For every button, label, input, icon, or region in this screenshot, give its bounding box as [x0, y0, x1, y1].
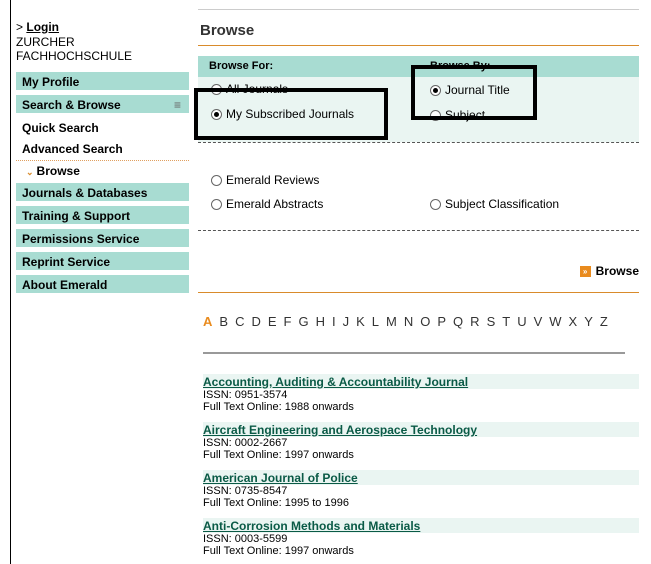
chevron-down-icon: ⌄: [26, 167, 34, 177]
nav-label: Advanced Search: [22, 142, 123, 156]
alphabet-letter-z[interactable]: Z: [600, 314, 608, 329]
nav-label: Reprint Service: [22, 255, 111, 269]
journal-title-link[interactable]: Aircraft Engineering and Aerospace Techn…: [203, 422, 639, 437]
alphabet-letter-f[interactable]: F: [284, 314, 292, 329]
radio-label: Subject Classification: [445, 197, 560, 211]
journal-fulltext: Full Text Online: 1997 onwards: [203, 449, 354, 461]
alphabet-letter-g[interactable]: G: [298, 314, 308, 329]
alphabet-letter-j[interactable]: J: [343, 314, 350, 329]
journal-issn: ISSN: 0002-2667: [203, 437, 288, 449]
browse-for-label: Browse For:: [209, 60, 274, 72]
nav-label: Journals & Databases: [22, 186, 148, 200]
journal-entry: Anti-Corrosion Methods and Materials ISS…: [203, 518, 639, 557]
nav-journals-databases[interactable]: Journals & Databases: [16, 183, 189, 203]
alphabet-letter-x[interactable]: X: [569, 314, 578, 329]
journal-issn: ISSN: 0003-5599: [203, 533, 288, 545]
nav-my-profile[interactable]: My Profile: [16, 72, 189, 92]
title-divider: [198, 45, 639, 46]
journal-entry: Accounting, Auditing & Accountability Jo…: [203, 374, 639, 413]
journal-entry: Aircraft Engineering and Aerospace Techn…: [203, 422, 639, 461]
alphabet-index: ABCDEFGHIJKLMNOPQRSTUVWXYZ: [203, 314, 633, 329]
left-border: [10, 0, 11, 564]
alphabet-letter-k[interactable]: K: [356, 314, 365, 329]
highlight-box-journal-title: [411, 65, 537, 120]
radio-emerald-reviews[interactable]: Emerald Reviews: [211, 173, 319, 187]
radio-button-icon[interactable]: [211, 198, 222, 210]
alphabet-letter-o[interactable]: O: [420, 314, 430, 329]
nav-label: About Emerald: [22, 278, 108, 292]
radio-button-icon[interactable]: [211, 174, 222, 186]
alphabet-letter-i[interactable]: I: [332, 314, 336, 329]
nav-search-browse[interactable]: Search & Browse ≡: [16, 95, 189, 115]
browse-divider: [198, 292, 639, 293]
alphabet-letter-v[interactable]: V: [534, 314, 543, 329]
radio-label: Emerald Abstracts: [226, 197, 324, 211]
top-divider: [198, 9, 639, 10]
browse-button-label: Browse: [595, 264, 639, 278]
journal-fulltext: Full Text Online: 1997 onwards: [203, 545, 354, 557]
alphabet-letter-l[interactable]: L: [372, 314, 379, 329]
alphabet-letter-q[interactable]: Q: [453, 314, 463, 329]
journal-fulltext: Full Text Online: 1988 onwards: [203, 401, 354, 413]
journal-title-link[interactable]: Accounting, Auditing & Accountability Jo…: [203, 374, 639, 389]
journal-title-link[interactable]: American Journal of Police: [203, 470, 639, 485]
nav-advanced-search[interactable]: Advanced Search: [16, 139, 189, 159]
alphabet-letter-r[interactable]: R: [470, 314, 479, 329]
nav-label: Training & Support: [22, 209, 130, 223]
nav-browse[interactable]: ⌄ Browse: [16, 160, 189, 180]
nav-quick-search[interactable]: Quick Search: [16, 118, 189, 138]
alphabet-divider: [203, 352, 625, 354]
journal-entry: American Journal of Police ISSN: 0735-85…: [203, 470, 639, 509]
nav-reprint-service[interactable]: Reprint Service: [16, 252, 189, 272]
alphabet-letter-u[interactable]: U: [517, 314, 526, 329]
nav-about-emerald[interactable]: About Emerald: [16, 275, 189, 295]
alphabet-letter-s[interactable]: S: [487, 314, 496, 329]
alphabet-letter-d[interactable]: D: [251, 314, 260, 329]
radio-subject-classification[interactable]: Subject Classification: [430, 197, 559, 211]
journal-issn: ISSN: 0735-8547: [203, 485, 288, 497]
alphabet-letter-m[interactable]: M: [386, 314, 397, 329]
dashed-divider: [198, 230, 639, 231]
alphabet-letter-w[interactable]: W: [549, 314, 561, 329]
alphabet-letter-y[interactable]: Y: [584, 314, 593, 329]
browse-button[interactable]: » Browse: [579, 264, 639, 278]
nav-label: Permissions Service: [22, 232, 140, 246]
alphabet-letter-p[interactable]: P: [437, 314, 446, 329]
dashed-divider: [198, 142, 639, 143]
journal-title-link[interactable]: Anti-Corrosion Methods and Materials: [203, 518, 639, 533]
alphabet-letter-t[interactable]: T: [502, 314, 510, 329]
alphabet-letter-c[interactable]: C: [235, 314, 244, 329]
nav-permissions-service[interactable]: Permissions Service: [16, 229, 189, 249]
alphabet-letter-n[interactable]: N: [404, 314, 413, 329]
alphabet-letter-b[interactable]: B: [219, 314, 228, 329]
nav-label: Search & Browse: [22, 98, 121, 112]
alphabet-letter-e[interactable]: E: [268, 314, 277, 329]
nav-label: Quick Search: [22, 121, 99, 135]
nav-training-support[interactable]: Training & Support: [16, 206, 189, 226]
expand-icon[interactable]: ≡: [174, 95, 181, 115]
page-title: Browse: [200, 22, 255, 39]
alphabet-letter-h[interactable]: H: [316, 314, 325, 329]
login-link[interactable]: Login: [26, 20, 59, 34]
radio-button-icon[interactable]: [430, 198, 441, 210]
institution-name: ZURCHER FACHHOCHSCHULE: [16, 35, 133, 63]
journal-issn: ISSN: 0951-3574: [203, 389, 288, 401]
highlight-box-subscribed: [194, 88, 388, 140]
nav-label: Browse: [36, 164, 80, 178]
journal-fulltext: Full Text Online: 1995 to 1996: [203, 497, 349, 509]
login-arrow-icon: >: [16, 20, 24, 34]
alphabet-letter-a[interactable]: A: [203, 314, 212, 329]
nav-label: My Profile: [22, 75, 80, 89]
radio-label: Emerald Reviews: [226, 173, 320, 187]
login-row: > Login: [16, 20, 59, 34]
radio-emerald-abstracts[interactable]: Emerald Abstracts: [211, 197, 323, 211]
arrow-right-icon: »: [579, 265, 591, 277]
